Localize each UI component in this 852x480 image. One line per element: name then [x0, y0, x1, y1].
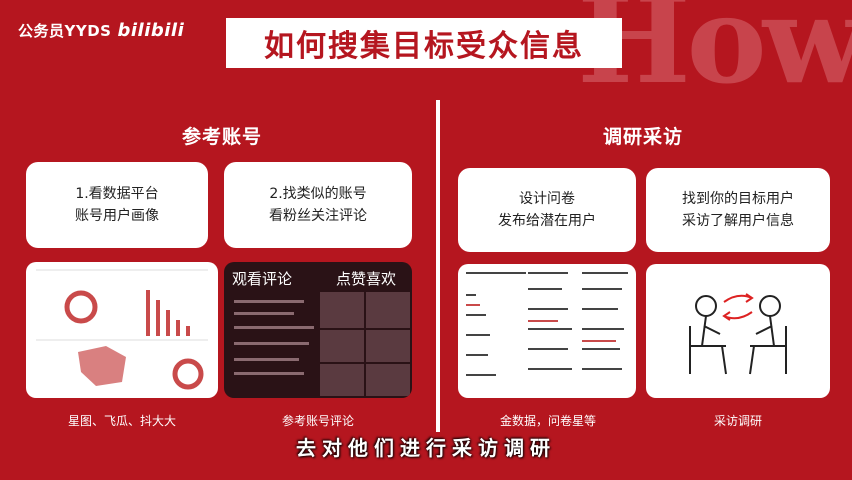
right-card-survey: 设计问卷 发布给潜在用户: [458, 168, 636, 252]
card-line: 1.看数据平台: [75, 186, 159, 202]
left-caption-comments: 参考账号评论: [281, 414, 354, 428]
comments-list-icon: [234, 292, 410, 396]
left-caption-tools: 星图、飞瓜、抖大大: [67, 414, 176, 428]
survey-list-icon: [466, 272, 628, 376]
left-card-data-platform: 1.看数据平台 账号用户画像: [26, 162, 208, 248]
dashboard-chart-icon: [36, 269, 208, 390]
video-subtitle: 去对他们进行采访调研: [296, 436, 556, 460]
interview-people-icon: [689, 293, 787, 375]
card-line: 找到你的目标用户: [682, 191, 794, 207]
left-panel: 参考账号 1.看数据平台 账号用户画像 2.找类似的账号 看粉丝关注评论 观看评…: [12, 100, 432, 432]
interview-illustration: [646, 264, 830, 398]
card-line: 发布给潜在用户: [498, 213, 596, 229]
right-caption-interview: 采访调研: [713, 414, 762, 428]
dashboard-image: [26, 262, 218, 398]
page-title-box: 如何搜集目标受众信息: [226, 18, 622, 68]
brand-watermark: 公务员YYDS bilibili: [18, 20, 184, 41]
brand-name: 公务员YYDS: [18, 22, 112, 40]
card-line: 采访了解用户信息: [682, 213, 794, 229]
card-line: 设计问卷: [519, 191, 575, 207]
right-caption-survey: 金数据，问卷星等: [499, 414, 596, 428]
card-line: 账号用户画像: [75, 208, 159, 224]
page-title: 如何搜集目标受众信息: [264, 29, 584, 64]
left-card-similar-accounts: 2.找类似的账号 看粉丝关注评论: [224, 162, 412, 248]
right-panel: 调研采访 设计问卷 发布给潜在用户 找到你的目标用户 采访了解用户信息 金数据，…: [444, 100, 842, 432]
left-panel-title: 参考账号: [181, 126, 262, 148]
comments-screenshot: 观看评论 点赞喜欢: [224, 262, 412, 398]
right-card-interview: 找到你的目标用户 采访了解用户信息: [646, 168, 830, 252]
bilibili-logo: bilibili: [117, 20, 185, 41]
card-line: 2.找类似的账号: [269, 186, 367, 202]
right-panel-title: 调研采访: [602, 126, 683, 148]
survey-list-image: [458, 264, 636, 398]
card-line: 看粉丝关注评论: [269, 208, 367, 224]
panel-divider: [436, 100, 440, 432]
